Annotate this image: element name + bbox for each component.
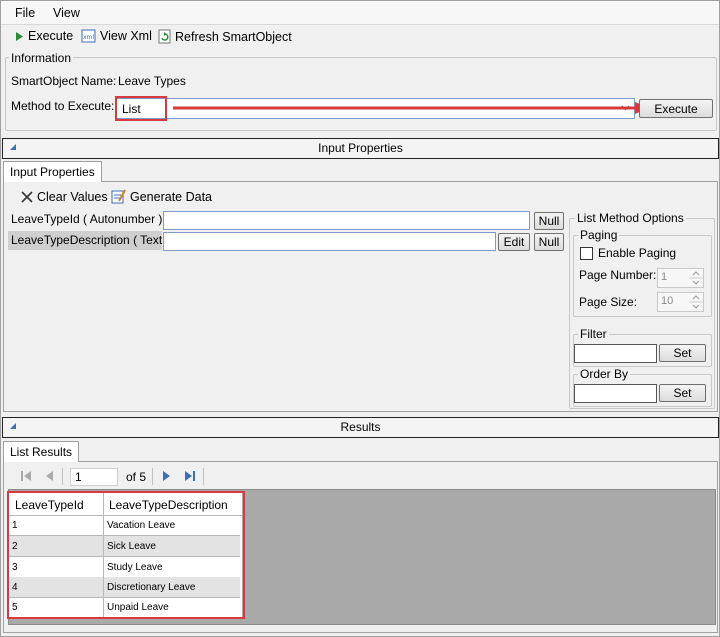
list-method-options-title: List Method Options bbox=[575, 211, 686, 225]
next-page-icon[interactable] bbox=[161, 470, 171, 482]
results-section-header[interactable]: Results bbox=[2, 417, 719, 438]
filter-set-button[interactable]: Set bbox=[659, 344, 706, 362]
orderby-title: Order By bbox=[578, 367, 631, 381]
enable-paging-label: Enable Paging bbox=[598, 246, 677, 260]
execute-toolbar-label: Execute bbox=[28, 29, 74, 43]
clear-values-label: Clear Values bbox=[37, 190, 108, 204]
refresh-document-icon bbox=[158, 29, 171, 44]
annotation-arrow-icon bbox=[173, 102, 649, 114]
smartobject-tester-window: File View Execute xml View Xml Refresh S… bbox=[0, 0, 720, 637]
page-number-spin-arrows-icon[interactable] bbox=[689, 269, 703, 287]
previous-page-icon[interactable] bbox=[45, 470, 55, 482]
page-number-label: Page Number: bbox=[579, 268, 657, 282]
page-size-spin-arrows-icon[interactable] bbox=[689, 293, 703, 311]
method-to-execute-label: Method to Execute: bbox=[11, 99, 115, 113]
information-group bbox=[5, 57, 717, 131]
results-section-title: Results bbox=[340, 420, 381, 434]
smartobject-name-label: SmartObject Name: bbox=[11, 74, 117, 88]
orderby-input[interactable] bbox=[574, 384, 657, 403]
leavetypedescription-input[interactable] bbox=[163, 232, 496, 251]
filter-title: Filter bbox=[578, 327, 609, 341]
paging-title: Paging bbox=[578, 228, 620, 242]
orderby-set-button[interactable]: Set bbox=[659, 384, 706, 402]
page-count-label: of 5 bbox=[126, 470, 147, 484]
leavetypedescription-edit-button[interactable]: Edit bbox=[498, 233, 530, 251]
svg-text:xml: xml bbox=[83, 34, 94, 41]
view-xml-label: View Xml bbox=[100, 29, 152, 43]
play-icon bbox=[16, 31, 23, 41]
menu-view[interactable]: View bbox=[53, 6, 80, 20]
generate-data-button[interactable]: Generate Data bbox=[111, 189, 212, 204]
collapse-icon[interactable] bbox=[10, 144, 16, 150]
close-icon bbox=[21, 191, 33, 203]
refresh-smartobject-button[interactable]: Refresh SmartObject bbox=[158, 29, 292, 44]
view-xml-button[interactable]: xml View Xml bbox=[81, 29, 152, 43]
input-properties-section-title: Input Properties bbox=[318, 141, 403, 155]
clear-values-button[interactable]: Clear Values bbox=[21, 190, 108, 204]
pager-separator bbox=[203, 468, 204, 485]
collapse-icon[interactable] bbox=[10, 423, 16, 429]
leavetypedescription-label: LeaveTypeDescription ( Text ) bbox=[11, 233, 170, 247]
enable-paging-checkbox[interactable] bbox=[580, 247, 593, 260]
tab-input-properties[interactable]: Input Properties bbox=[3, 161, 102, 182]
generate-data-label: Generate Data bbox=[130, 189, 212, 204]
execute-toolbar-button[interactable]: Execute bbox=[15, 29, 73, 43]
menu-bar: File View bbox=[1, 1, 719, 25]
menu-file[interactable]: File bbox=[15, 6, 35, 20]
execute-button[interactable]: Execute bbox=[639, 99, 713, 118]
information-group-title: Information bbox=[9, 51, 74, 65]
last-page-icon[interactable] bbox=[183, 470, 196, 482]
tab-list-results[interactable]: List Results bbox=[3, 441, 80, 462]
input-properties-section-header[interactable]: Input Properties bbox=[2, 138, 719, 159]
first-page-icon[interactable] bbox=[20, 470, 33, 482]
generate-data-icon bbox=[111, 189, 126, 204]
filter-input[interactable] bbox=[574, 344, 657, 363]
xml-icon: xml bbox=[81, 29, 96, 43]
pager-separator bbox=[62, 468, 63, 485]
leavetypeid-null-button[interactable]: Null bbox=[534, 212, 564, 230]
leavetypedescription-null-button[interactable]: Null bbox=[534, 233, 564, 251]
pager-separator bbox=[152, 468, 153, 485]
current-page-input[interactable]: 1 bbox=[70, 468, 118, 486]
toolbar: Execute xml View Xml Refresh SmartObject bbox=[1, 25, 719, 49]
smartobject-name-value: Leave Types bbox=[118, 74, 186, 88]
page-size-label: Page Size: bbox=[579, 295, 638, 309]
method-highlight-box bbox=[115, 96, 167, 121]
leavetypeid-input[interactable] bbox=[163, 211, 530, 230]
leavetypeid-label: LeaveTypeId ( Autonumber ) bbox=[11, 212, 163, 226]
results-highlight-box bbox=[7, 491, 245, 619]
refresh-smartobject-label: Refresh SmartObject bbox=[175, 29, 292, 44]
